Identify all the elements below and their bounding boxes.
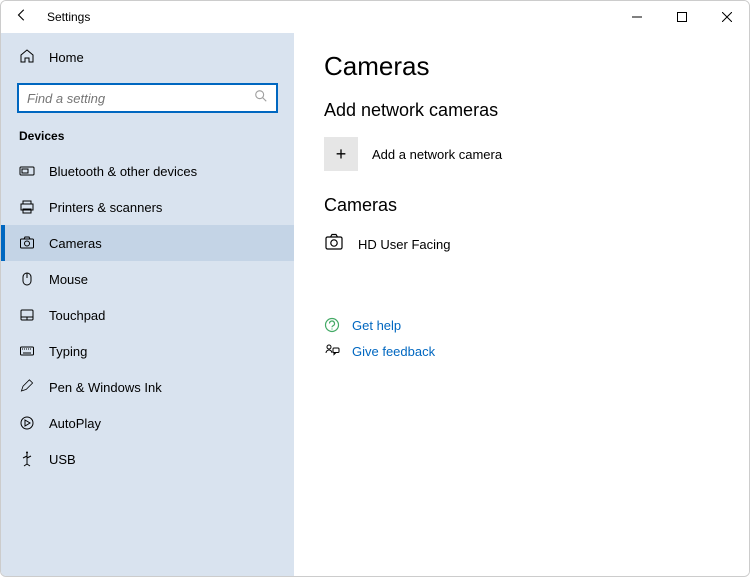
home-icon bbox=[19, 48, 35, 67]
bluetooth-icon bbox=[19, 163, 35, 179]
back-button[interactable] bbox=[15, 8, 29, 27]
search-box[interactable] bbox=[17, 83, 278, 113]
nav-label: Typing bbox=[49, 344, 87, 359]
usb-icon bbox=[19, 451, 35, 467]
camera-icon bbox=[19, 235, 35, 251]
camera-list-item[interactable]: HD User Facing bbox=[324, 232, 719, 257]
get-help-link[interactable]: Get help bbox=[324, 317, 719, 333]
camera-name: HD User Facing bbox=[358, 237, 450, 252]
camera-icon bbox=[324, 232, 344, 257]
sidebar-item-typing[interactable]: Typing bbox=[1, 333, 294, 369]
search-icon bbox=[254, 89, 268, 108]
sidebar-item-touchpad[interactable]: Touchpad bbox=[1, 297, 294, 333]
nav-label: USB bbox=[49, 452, 76, 467]
maximize-button[interactable] bbox=[659, 1, 704, 33]
sidebar-home-label: Home bbox=[49, 50, 84, 65]
sidebar-home[interactable]: Home bbox=[1, 39, 294, 75]
sidebar-item-usb[interactable]: USB bbox=[1, 441, 294, 477]
sidebar-item-mouse[interactable]: Mouse bbox=[1, 261, 294, 297]
nav-label: AutoPlay bbox=[49, 416, 101, 431]
settings-window: Settings Home bbox=[0, 0, 750, 577]
nav-label: Cameras bbox=[49, 236, 102, 251]
give-feedback-label: Give feedback bbox=[352, 344, 435, 359]
get-help-label: Get help bbox=[352, 318, 401, 333]
nav-label: Mouse bbox=[49, 272, 88, 287]
keyboard-icon bbox=[19, 343, 35, 359]
close-button[interactable] bbox=[704, 1, 749, 33]
sidebar-group-label: Devices bbox=[1, 123, 294, 153]
minimize-button[interactable] bbox=[614, 1, 659, 33]
sidebar-item-cameras[interactable]: Cameras bbox=[1, 225, 294, 261]
titlebar: Settings bbox=[1, 1, 749, 33]
nav-label: Pen & Windows Ink bbox=[49, 380, 162, 395]
add-network-camera-label: Add a network camera bbox=[372, 147, 502, 162]
sidebar-item-autoplay[interactable]: AutoPlay bbox=[1, 405, 294, 441]
autoplay-icon bbox=[19, 415, 35, 431]
nav-label: Printers & scanners bbox=[49, 200, 162, 215]
search-input[interactable] bbox=[27, 91, 254, 106]
add-network-camera-button[interactable]: + Add a network camera bbox=[324, 137, 719, 171]
touchpad-icon bbox=[19, 307, 35, 323]
feedback-icon bbox=[324, 343, 340, 359]
sidebar-item-bluetooth[interactable]: Bluetooth & other devices bbox=[1, 153, 294, 189]
sidebar: Home Devices Bluetooth & other devices P… bbox=[1, 33, 294, 576]
sidebar-item-printers[interactable]: Printers & scanners bbox=[1, 189, 294, 225]
sidebar-item-pen[interactable]: Pen & Windows Ink bbox=[1, 369, 294, 405]
nav-label: Touchpad bbox=[49, 308, 105, 323]
plus-icon: + bbox=[324, 137, 358, 171]
printer-icon bbox=[19, 199, 35, 215]
nav-label: Bluetooth & other devices bbox=[49, 164, 197, 179]
pen-icon bbox=[19, 379, 35, 395]
section-cameras-list: Cameras bbox=[324, 195, 719, 216]
mouse-icon bbox=[19, 271, 35, 287]
page-title: Cameras bbox=[324, 51, 719, 82]
section-add-cameras: Add network cameras bbox=[324, 100, 719, 121]
help-icon bbox=[324, 317, 340, 333]
window-title: Settings bbox=[47, 10, 90, 24]
give-feedback-link[interactable]: Give feedback bbox=[324, 343, 719, 359]
content-pane: Cameras Add network cameras + Add a netw… bbox=[294, 33, 749, 576]
